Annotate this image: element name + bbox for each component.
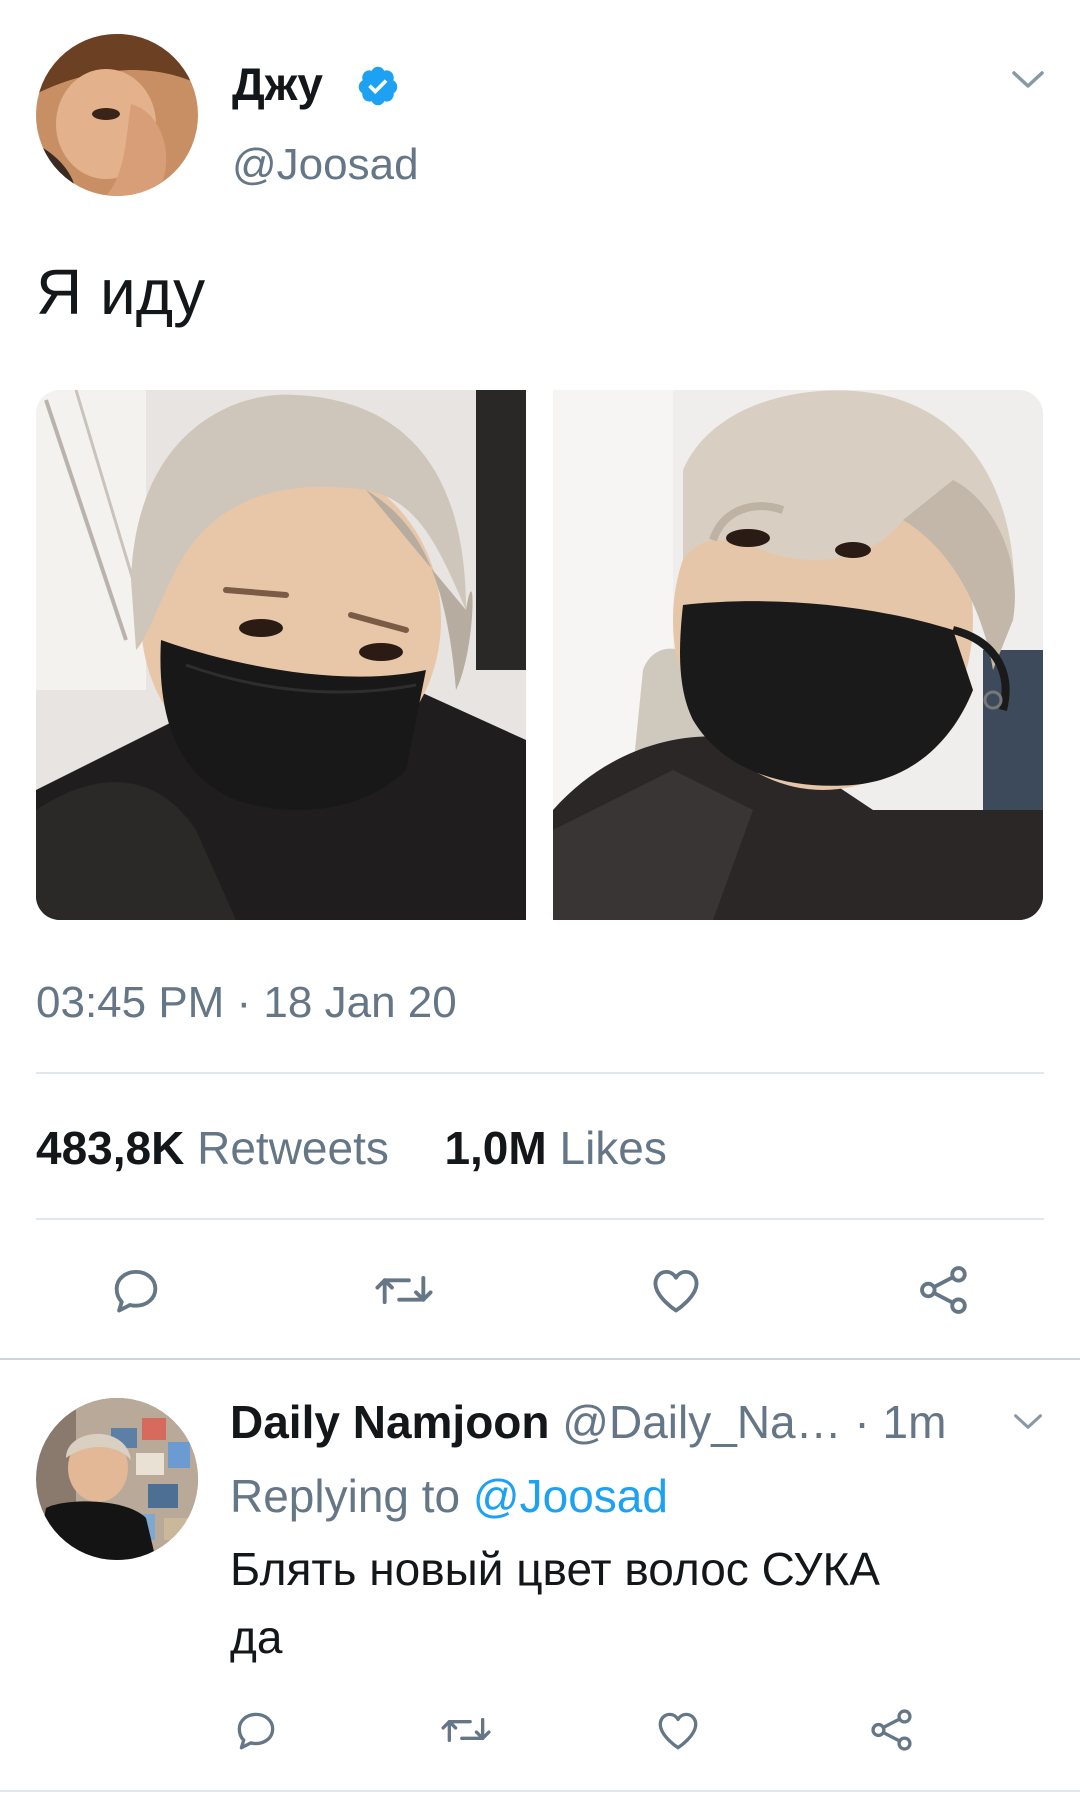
tweet-stats: 483,8K Retweets 1,0M Likes <box>36 1120 667 1176</box>
tweet-timestamp[interactable]: 03:45 PM · 18 Jan 20 <box>36 976 457 1030</box>
author-avatar[interactable] <box>36 34 198 196</box>
reply-author-handle[interactable]: @Daily_Na… <box>562 1396 841 1448</box>
replying-to: Replying to @Joosad <box>230 1468 668 1524</box>
share-icon[interactable] <box>908 1258 980 1322</box>
reply-author-name[interactable]: Daily Namjoon <box>230 1396 550 1448</box>
reply-time[interactable]: · 1m <box>842 1396 946 1448</box>
verified-badge-icon <box>356 64 400 108</box>
retweets-count[interactable]: 483,8K <box>36 1122 184 1174</box>
retweets-label[interactable]: Retweets <box>197 1122 389 1174</box>
share-icon[interactable] <box>862 1702 922 1758</box>
likes-label[interactable]: Likes <box>559 1122 666 1174</box>
replying-prefix: Replying to <box>230 1470 473 1522</box>
replying-to-handle[interactable]: @Joosad <box>473 1470 668 1522</box>
divider <box>36 1072 1044 1074</box>
likes-count[interactable]: 1,0M <box>444 1122 546 1174</box>
reply-header: Daily Namjoon @Daily_Na… · 1m <box>230 1394 946 1450</box>
reply-icon[interactable] <box>100 1258 172 1322</box>
retweet-icon[interactable] <box>368 1258 440 1322</box>
reply-text-line-2: да <box>230 1611 283 1663</box>
tweet-photo-1[interactable] <box>36 390 526 920</box>
author-handle[interactable]: @Joosad <box>232 138 419 192</box>
tweet-photo-2[interactable] <box>553 390 1043 920</box>
tweet-text: Я иду <box>36 256 206 328</box>
chevron-down-icon[interactable] <box>1004 60 1052 100</box>
chevron-down-icon[interactable] <box>1006 1402 1050 1442</box>
divider <box>0 1790 1080 1792</box>
reply-icon[interactable] <box>226 1702 286 1758</box>
reply-author-avatar[interactable] <box>36 1398 198 1560</box>
like-icon[interactable] <box>640 1258 712 1322</box>
retweet-icon[interactable] <box>436 1702 496 1758</box>
divider <box>36 1218 1044 1220</box>
author-name[interactable]: Джу <box>232 56 323 112</box>
like-icon[interactable] <box>648 1702 708 1758</box>
section-divider <box>0 1358 1080 1360</box>
reply-text-line-1: Блять новый цвет волос СУКА <box>230 1543 880 1595</box>
